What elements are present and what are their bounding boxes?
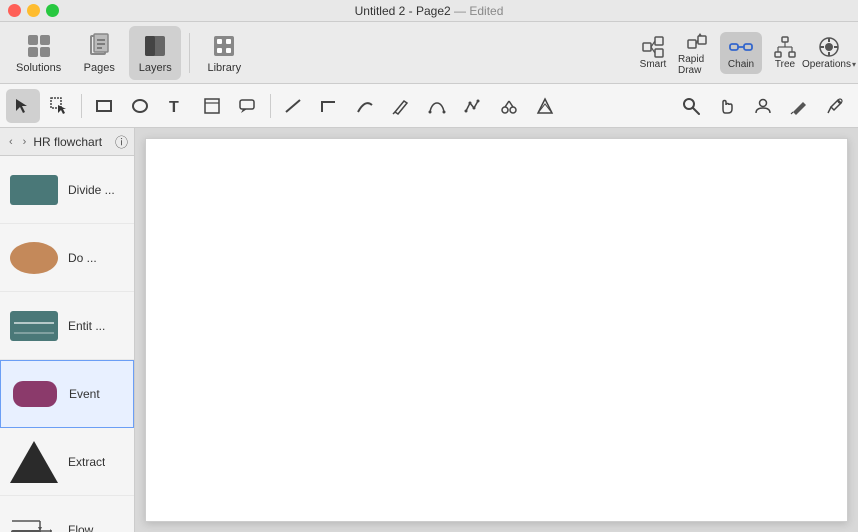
canvas-page — [145, 138, 848, 522]
angled-line-tool[interactable] — [312, 89, 346, 123]
main-area: ‹ › HR flowchart ⓘ Divide ... — [0, 128, 858, 532]
tool-separator-2 — [270, 94, 271, 118]
tree-icon — [773, 35, 797, 59]
layer-thumbnail-divide — [8, 166, 60, 214]
library-label: Library — [207, 62, 241, 74]
smart-label: Smart — [640, 59, 667, 70]
layer-item-event[interactable]: Event — [0, 360, 134, 428]
layers-icon — [141, 32, 169, 60]
layers-button[interactable]: Layers — [129, 26, 181, 80]
rapid-draw-label: Rapid Draw — [678, 54, 716, 76]
solutions-label: Solutions — [16, 62, 61, 74]
user-tool[interactable] — [746, 89, 780, 123]
library-button[interactable]: Library — [198, 26, 250, 80]
rectangle-tool[interactable] — [87, 89, 121, 123]
minimize-button[interactable] — [27, 4, 40, 17]
bezier-tool[interactable] — [420, 89, 454, 123]
container-tool[interactable] — [195, 89, 229, 123]
multi-select-tool[interactable] — [42, 89, 76, 123]
layers-panel: ‹ › HR flowchart ⓘ Divide ... — [0, 128, 135, 532]
layer-thumbnail-event — [9, 370, 61, 418]
multi-point-tool[interactable] — [456, 89, 490, 123]
layer-item-entity[interactable]: Entit ... — [0, 292, 134, 360]
layer-list: Divide ... Do ... — [0, 156, 134, 532]
chain-label: Chain — [728, 59, 754, 70]
nav-forward[interactable]: › — [20, 134, 30, 150]
scissors-tool[interactable] — [492, 89, 526, 123]
operations-dropdown-arrow: ▾ — [852, 60, 856, 69]
text-tool[interactable]: T — [159, 89, 193, 123]
rapid-draw-button[interactable]: Rapid Draw — [676, 32, 718, 74]
main-toolbar: Solutions Pages Layers — [0, 22, 858, 84]
panel-header: ‹ › HR flowchart ⓘ — [0, 128, 134, 156]
curved-line-tool[interactable] — [348, 89, 382, 123]
nav-back[interactable]: ‹ — [6, 134, 16, 150]
pages-label: Pages — [84, 62, 115, 74]
layer-thumbnail-entity — [8, 302, 60, 350]
format-tool[interactable] — [528, 89, 562, 123]
rapid-draw-icon — [685, 30, 709, 54]
layers-label: Layers — [139, 62, 172, 74]
tool-separator-1 — [81, 94, 82, 118]
pen2-tool[interactable] — [782, 89, 816, 123]
chain-button[interactable]: Chain — [720, 32, 762, 74]
smart-icon — [641, 35, 665, 59]
toolbar-right-tools — [674, 89, 852, 123]
layer-name-do: Do ... — [68, 251, 97, 265]
close-button[interactable] — [8, 4, 21, 17]
layer-thumbnail-extract — [8, 438, 60, 486]
layer-item-do[interactable]: Do ... — [0, 224, 134, 292]
window-title: Untitled 2 - Page2 — Edited — [355, 4, 504, 18]
operations-icon — [817, 35, 841, 59]
pages-icon — [85, 32, 113, 60]
layer-thumbnail-do — [8, 234, 60, 282]
ellipse-tool[interactable] — [123, 89, 157, 123]
hand-tool[interactable] — [710, 89, 744, 123]
layer-name-flow: Flow ... — [68, 523, 107, 532]
breadcrumb: HR flowchart — [33, 135, 111, 149]
select-tool[interactable] — [6, 89, 40, 123]
eyedropper-tool[interactable] — [818, 89, 852, 123]
tree-button[interactable]: Tree — [764, 32, 806, 74]
tree-label: Tree — [775, 59, 795, 70]
toolbar-right: Smart Rapid Draw — [632, 32, 850, 74]
chain-icon — [729, 35, 753, 59]
maximize-button[interactable] — [46, 4, 59, 17]
solutions-icon — [25, 32, 53, 60]
layer-name-extract: Extract — [68, 455, 105, 469]
callout-tool[interactable] — [231, 89, 265, 123]
drawing-toolbar: T — [0, 84, 858, 128]
layer-item-flow[interactable]: Flow ... — [0, 496, 134, 532]
pen-tool[interactable] — [384, 89, 418, 123]
layer-item-extract[interactable]: Extract — [0, 428, 134, 496]
window-controls — [8, 4, 59, 17]
smart-button[interactable]: Smart — [632, 32, 674, 74]
line-tool[interactable] — [276, 89, 310, 123]
operations-label: Operations — [802, 59, 851, 70]
layer-name-event: Event — [69, 387, 100, 401]
layer-name-divide: Divide ... — [68, 183, 115, 197]
layer-item-divide[interactable]: Divide ... — [0, 156, 134, 224]
toolbar-divider — [189, 33, 190, 73]
layer-thumbnail-flow — [8, 506, 60, 532]
pages-button[interactable]: Pages — [73, 26, 125, 80]
library-icon — [210, 32, 238, 60]
layer-name-entity: Entit ... — [68, 319, 105, 333]
canvas-area[interactable] — [135, 128, 858, 532]
solutions-button[interactable]: Solutions — [8, 26, 69, 80]
operations-button[interactable]: Operations ▾ — [808, 32, 850, 74]
breadcrumb-icon[interactable]: ⓘ — [115, 132, 128, 151]
svg-text:T: T — [169, 99, 179, 115]
titlebar: Untitled 2 - Page2 — Edited — [0, 0, 858, 22]
search-tool[interactable] — [674, 89, 708, 123]
